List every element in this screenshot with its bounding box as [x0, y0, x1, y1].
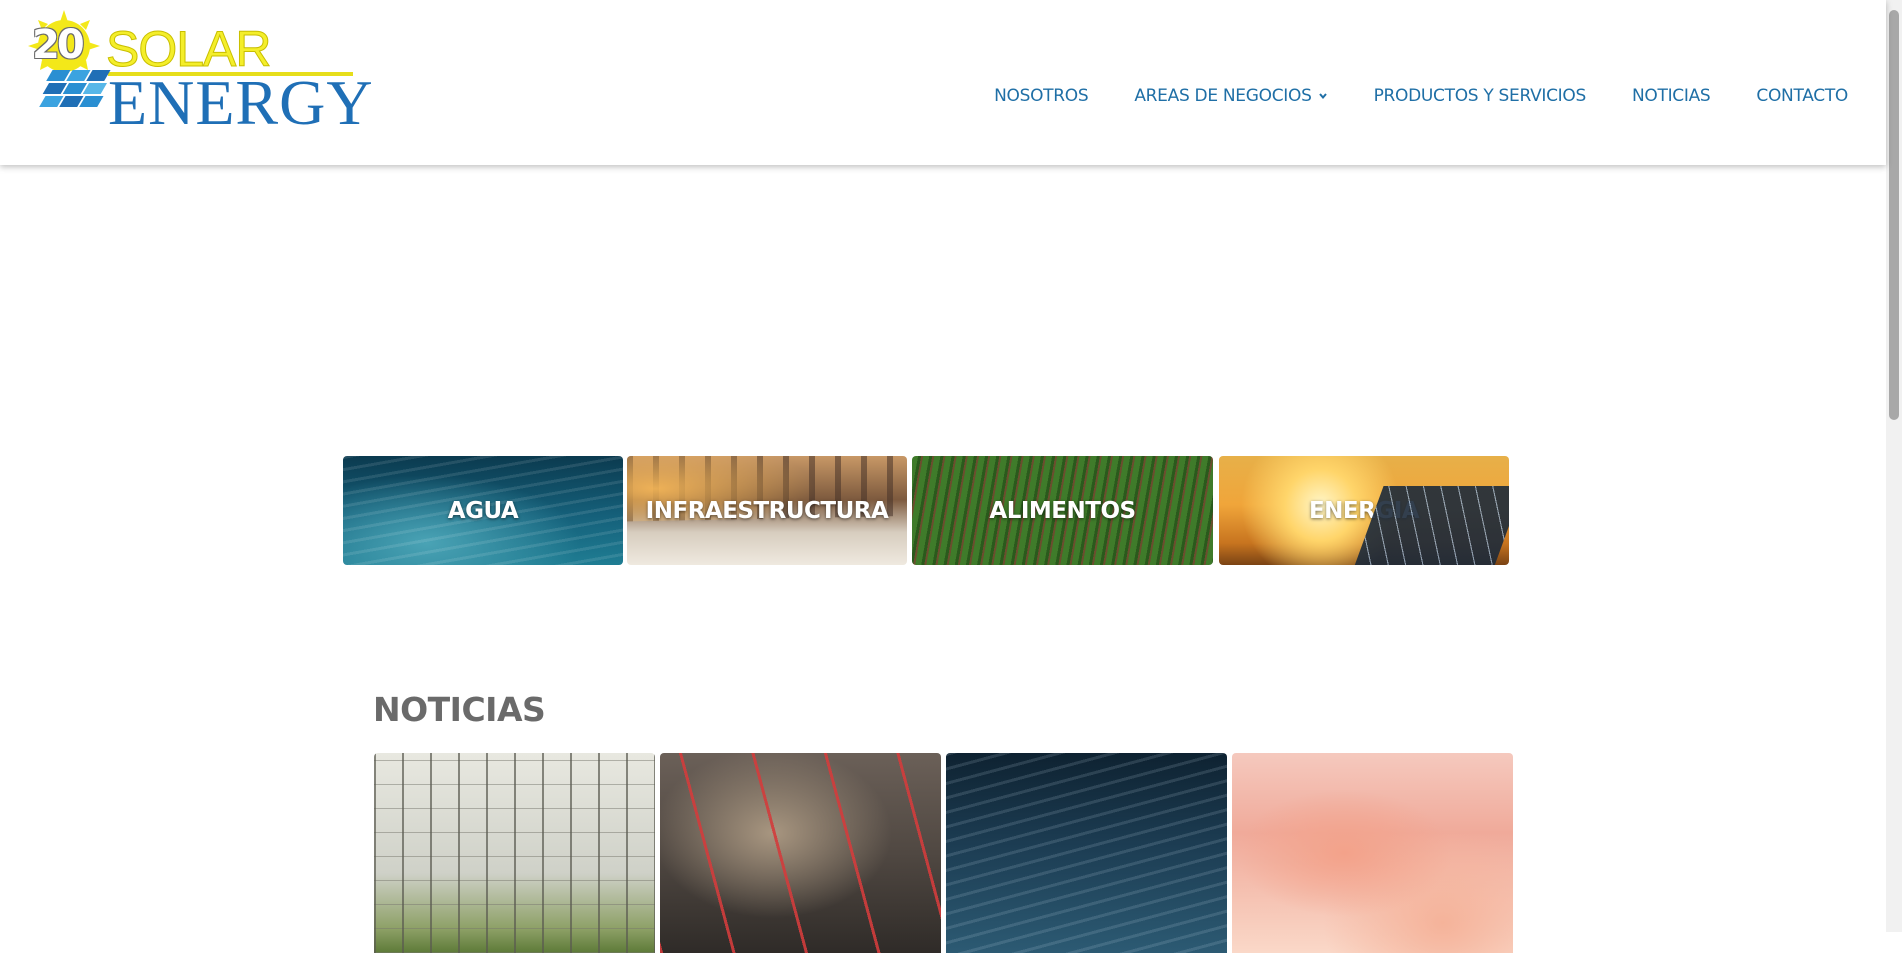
- site-logo[interactable]: 20 SOLAR ENERGY: [8, 8, 373, 136]
- site-header: 20 SOLAR ENERGY NOSOTROS AREAS DE NEGOCI…: [0, 0, 1886, 165]
- news-card-greenhouse[interactable]: [374, 753, 655, 953]
- news-card-clouds[interactable]: [1232, 753, 1513, 953]
- nav-noticias-label: NOTICIAS: [1631, 86, 1711, 106]
- news-card-construction[interactable]: [660, 753, 941, 953]
- nav-nosotros[interactable]: NOSOTROS: [994, 86, 1089, 106]
- area-card-energia[interactable]: ENERGIA: [1219, 456, 1509, 565]
- area-card-label: AGUA: [447, 497, 519, 524]
- area-card-infraestructura[interactable]: INFRAESTRUCTURA: [627, 456, 907, 565]
- area-card-label: ALIMENTOS: [989, 497, 1136, 524]
- nav-contacto[interactable]: CONTACTO: [1756, 86, 1848, 106]
- area-card-label: INFRAESTRUCTURA: [645, 497, 889, 524]
- nav-areas-de-negocios[interactable]: AREAS DE NEGOCIOS: [1134, 86, 1327, 106]
- nav-areas-label: AREAS DE NEGOCIOS: [1134, 86, 1312, 106]
- news-section-title: NOTICIAS: [373, 690, 546, 729]
- nav-productos-label: PRODUCTOS Y SERVICIOS: [1373, 86, 1587, 106]
- nav-productos-y-servicios[interactable]: PRODUCTOS Y SERVICIOS: [1373, 86, 1587, 106]
- nav-noticias[interactable]: NOTICIAS: [1631, 86, 1711, 106]
- nav-contacto-label: CONTACTO: [1756, 86, 1848, 106]
- main-navigation: NOSOTROS AREAS DE NEGOCIOS PRODUCTOS Y S…: [994, 86, 1848, 106]
- logo-word-energy: ENERGY: [108, 67, 374, 138]
- logo-number: 20: [32, 22, 85, 68]
- chevron-down-icon: [1318, 93, 1327, 100]
- scrollbar-thumb[interactable]: [1889, 10, 1899, 420]
- nav-nosotros-label: NOSOTROS: [994, 86, 1089, 106]
- solar-panels-icon: [39, 70, 111, 107]
- area-card-agua[interactable]: AGUA: [343, 456, 623, 565]
- news-card-ocean[interactable]: [946, 753, 1227, 953]
- area-card-alimentos[interactable]: ALIMENTOS: [912, 456, 1213, 565]
- page-scrollbar[interactable]: [1886, 0, 1902, 932]
- area-card-label: ENERGIA: [1308, 497, 1420, 524]
